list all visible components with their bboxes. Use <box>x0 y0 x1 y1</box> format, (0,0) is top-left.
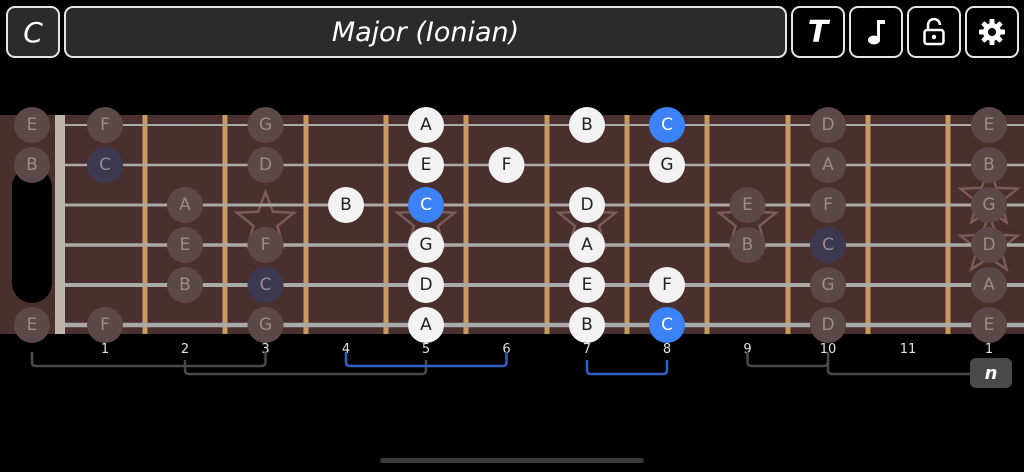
fret-wire <box>865 115 871 334</box>
fret-number: 1 <box>985 342 993 357</box>
fretboard-slot <box>12 167 52 303</box>
fret-wire <box>142 115 148 334</box>
fret-wire <box>945 115 951 334</box>
fret-number: 8 <box>663 342 671 357</box>
guitar-string <box>65 283 1024 287</box>
note-label: F <box>261 235 271 255</box>
note-label: B <box>983 155 995 175</box>
note-label: G <box>259 315 272 335</box>
fret-number: 7 <box>583 342 591 357</box>
fret-number: 2 <box>181 342 189 357</box>
note-label: E <box>582 275 593 295</box>
note-label: A <box>179 195 191 215</box>
note-label: G <box>660 155 673 175</box>
note-label: F <box>662 275 672 295</box>
note-label: A <box>581 235 593 255</box>
note-label: B <box>742 235 754 255</box>
fret-wire <box>463 115 469 334</box>
position-bracket[interactable] <box>826 360 991 376</box>
note-label: F <box>100 315 110 335</box>
guitar-string <box>65 124 1024 126</box>
position-bracket[interactable] <box>746 352 830 368</box>
note-label: F <box>823 195 833 215</box>
fret-wire <box>624 115 630 334</box>
note-label: G <box>982 195 995 215</box>
position-number-button[interactable]: n <box>970 358 1012 388</box>
note-label: E <box>984 315 995 335</box>
guitar-string <box>65 243 1024 247</box>
guitar-string <box>65 322 1024 328</box>
note-label: D <box>982 235 995 255</box>
note-label: B <box>340 195 352 215</box>
note-label: G <box>821 275 834 295</box>
note-label: E <box>180 235 191 255</box>
note-label: A <box>983 275 995 295</box>
fret-wire <box>785 115 791 334</box>
note-label: E <box>27 315 38 335</box>
note-label: C <box>661 315 673 335</box>
note-label: E <box>27 115 38 135</box>
note-label: A <box>420 315 432 335</box>
note-label: E <box>984 115 995 135</box>
position-bracket[interactable] <box>30 352 267 368</box>
fret-wire <box>303 115 309 334</box>
note-label: D <box>821 115 834 135</box>
nut <box>55 115 65 334</box>
note-label: C <box>260 275 272 295</box>
guitar-string <box>65 163 1024 167</box>
note-label: E <box>742 195 753 215</box>
fret-number: 11 <box>900 342 917 357</box>
note-label: B <box>26 155 38 175</box>
position-number-label: n <box>984 362 998 384</box>
fret-number: 1 <box>101 342 109 357</box>
note-label: G <box>259 115 272 135</box>
fret-number: 5 <box>422 342 430 357</box>
guitar-string <box>65 203 1024 207</box>
note-label: C <box>99 155 111 175</box>
fret-wire <box>383 115 389 334</box>
note-label: C <box>661 115 673 135</box>
fret-wire <box>704 115 710 334</box>
note-label: D <box>259 155 272 175</box>
fret-wire <box>222 115 228 334</box>
note-label: E <box>421 155 432 175</box>
note-label: F <box>502 155 512 175</box>
note-label: D <box>580 195 593 215</box>
note-label: D <box>419 275 432 295</box>
home-indicator <box>380 458 644 463</box>
position-bracket[interactable] <box>585 360 669 376</box>
note-label: F <box>100 115 110 135</box>
fretboard[interactable]: E F G A B C D EB C D E F G A BA B C D E F GE F G A B C DB C D E F G AE F G… <box>0 0 1024 472</box>
note-label: G <box>419 235 432 255</box>
note-label: D <box>821 315 834 335</box>
note-label: B <box>179 275 191 295</box>
note-label: C <box>420 195 432 215</box>
note-label: A <box>822 155 834 175</box>
note-label: A <box>420 115 432 135</box>
note-label: B <box>581 115 593 135</box>
fret-wire <box>544 115 550 334</box>
note-label: B <box>581 315 593 335</box>
note-label: C <box>822 235 834 255</box>
